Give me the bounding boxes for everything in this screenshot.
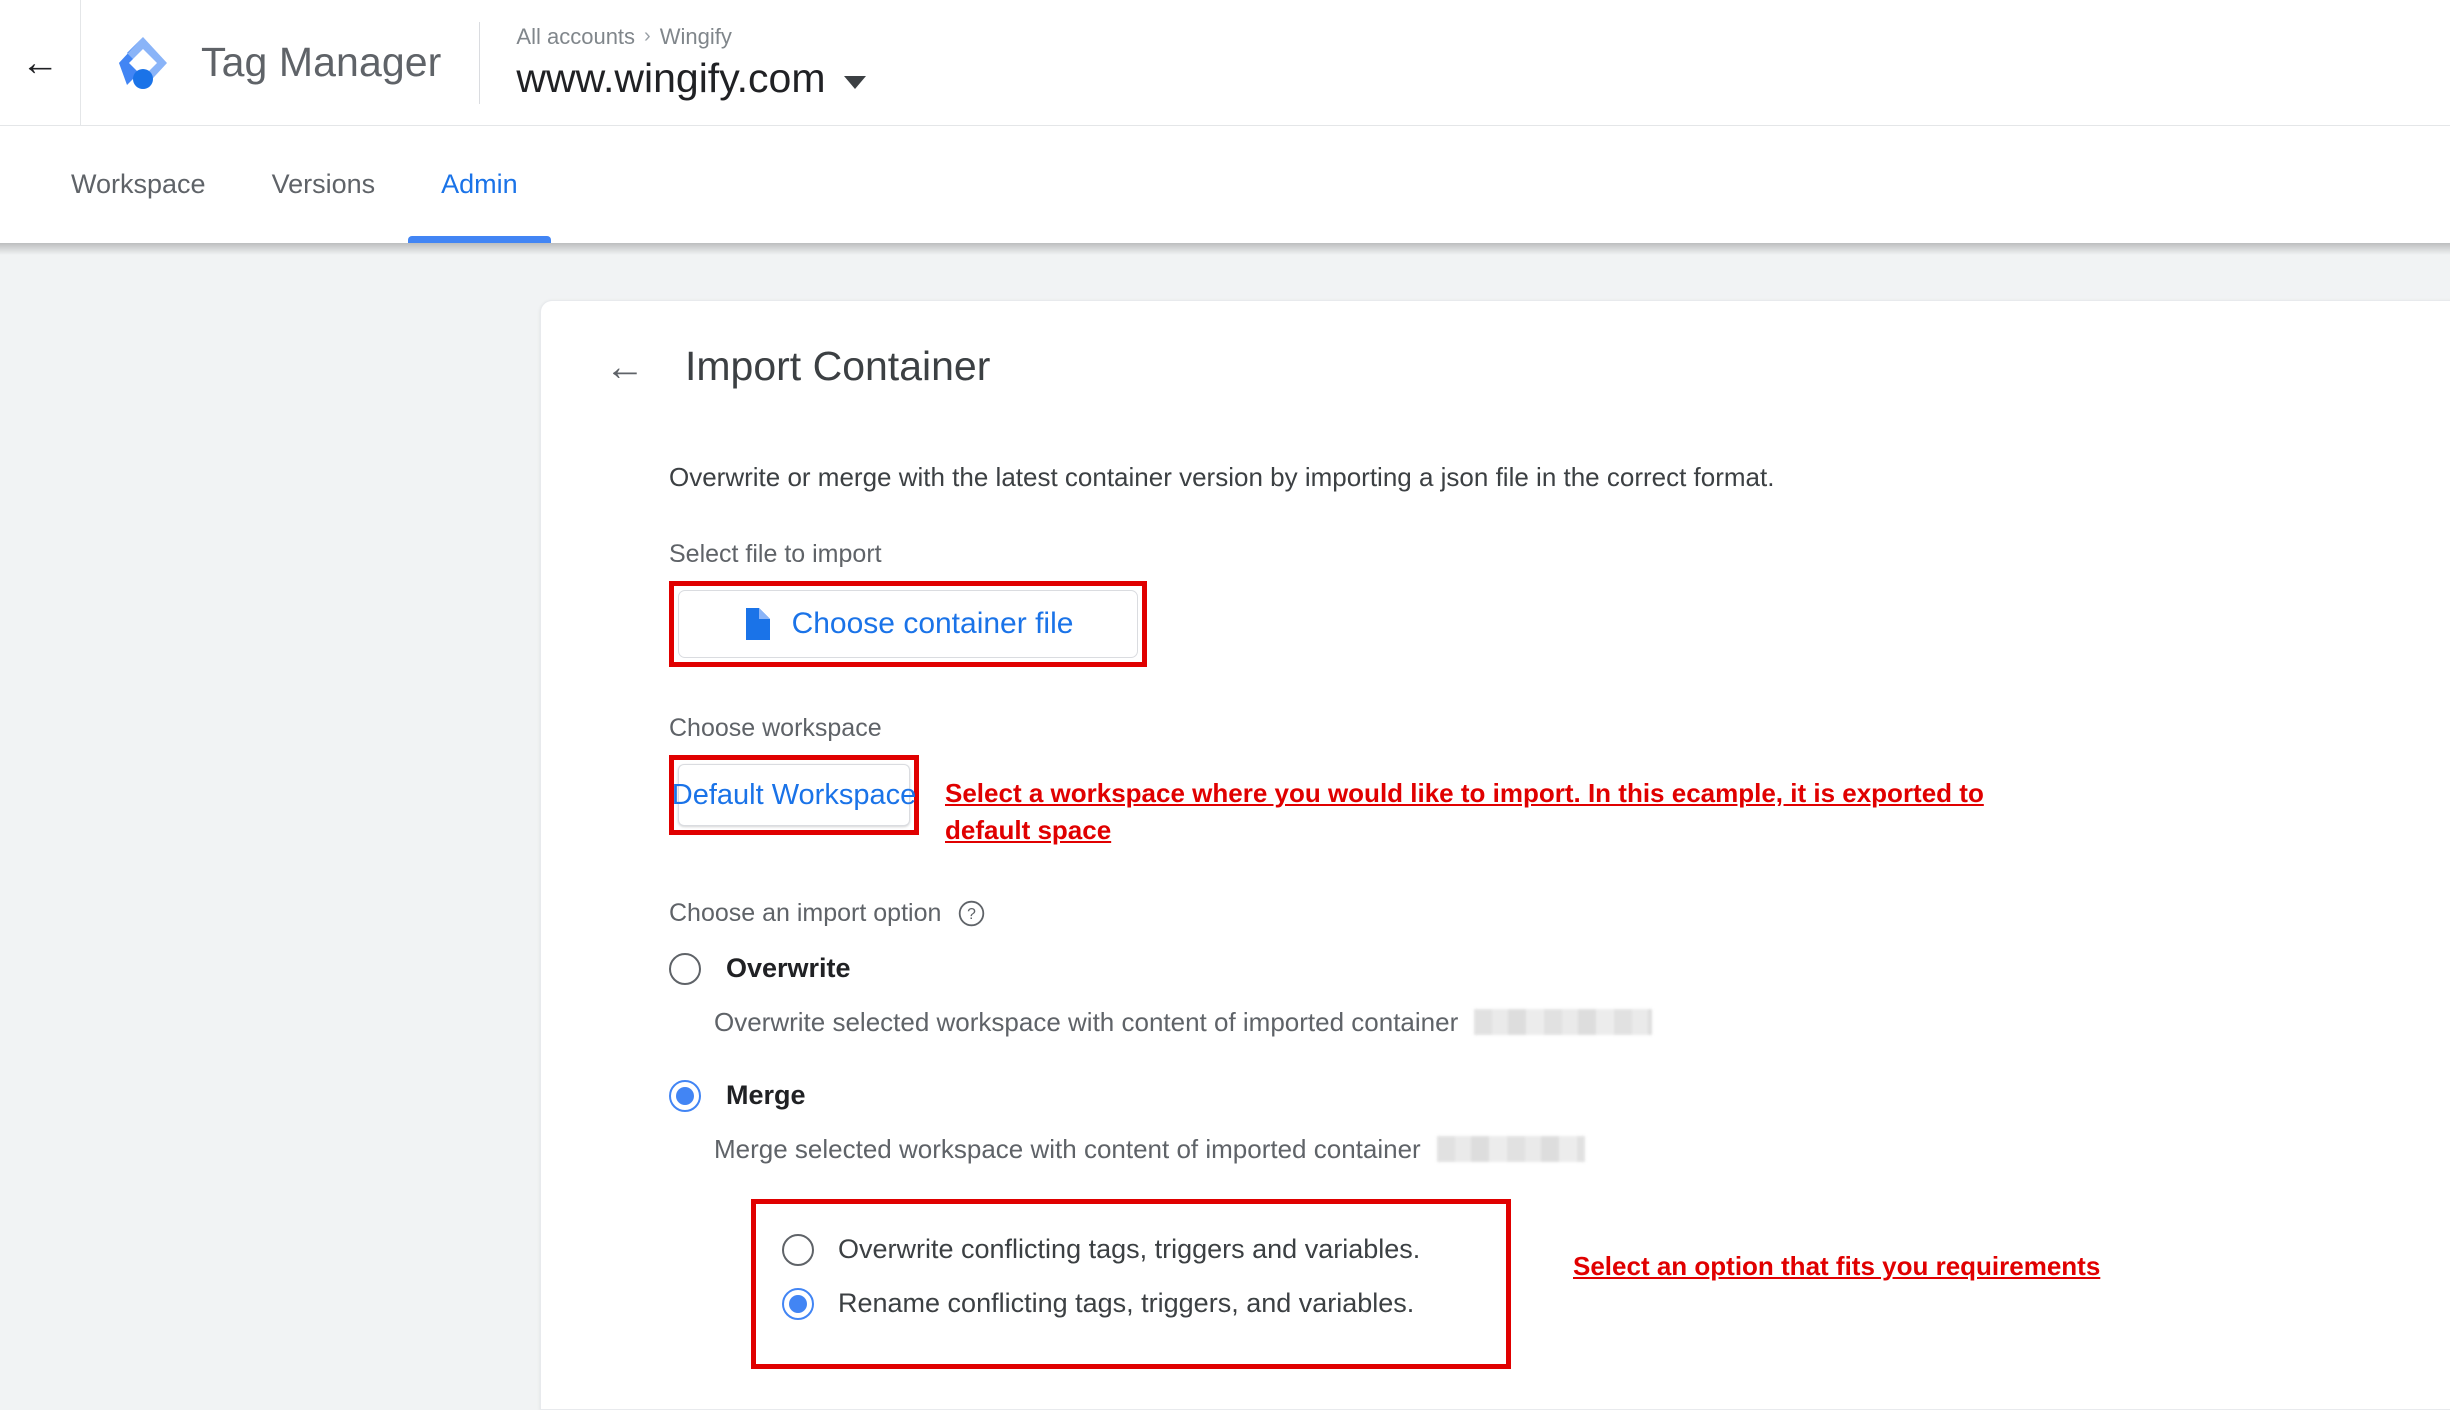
choose-container-file-button[interactable]: Choose container file	[678, 590, 1138, 658]
overwrite-option-description: Overwrite selected workspace with conten…	[714, 1006, 1459, 1037]
breadcrumb-current[interactable]: Wingify	[660, 24, 732, 50]
help-circle-icon[interactable]: ?	[958, 900, 985, 927]
merge-option-row[interactable]: Merge	[669, 1079, 2450, 1112]
sub-option-rename-conflicting-radio[interactable]	[782, 1287, 814, 1320]
redacted-container-name-1	[1474, 1009, 1653, 1036]
svg-text:?: ?	[968, 906, 977, 923]
breadcrumb-separator-icon: ›	[644, 25, 651, 47]
card-back-arrow-icon[interactable]: ←	[605, 347, 645, 387]
tab-versions[interactable]: Versions	[239, 126, 409, 243]
tab-admin-label: Admin	[441, 169, 518, 199]
breadcrumb-root[interactable]: All accounts	[516, 24, 635, 50]
brand-separator	[479, 21, 481, 104]
tab-admin[interactable]: Admin	[408, 126, 551, 243]
option-annotation-text: Select an option that fits you requireme…	[1573, 1251, 2101, 1282]
container-name: www.wingify.com	[516, 54, 826, 101]
merge-sub-options-panel: Overwrite conflicting tags, triggers and…	[756, 1203, 1506, 1364]
redacted-container-name-2	[1436, 1136, 1585, 1163]
choose-workspace-row: Default Workspace Select a workspace whe…	[669, 755, 2450, 849]
overwrite-option-description-row: Overwrite selected workspace with conten…	[669, 1007, 2450, 1038]
import-container-card: ← Import Container Overwrite or merge wi…	[540, 300, 2450, 1410]
tab-bar: Workspace Versions Admin	[0, 126, 2450, 243]
sub-option-overwrite-conflicting-radio[interactable]	[782, 1233, 814, 1266]
tab-versions-label: Versions	[271, 169, 376, 199]
tab-workspace-label: Workspace	[71, 169, 206, 199]
merge-sub-options-row: Overwrite conflicting tags, triggers and…	[669, 1165, 2450, 1369]
brand-name: Tag Manager	[201, 39, 442, 85]
card-header: ← Import Container	[541, 301, 2450, 390]
intro-description: Overwrite or merge with the latest conta…	[669, 462, 1775, 492]
breadcrumb: All accounts › Wingify	[516, 24, 865, 50]
merge-option-title: Merge	[726, 1080, 806, 1111]
card-body: Overwrite or merge with the latest conta…	[541, 462, 2450, 1369]
default-workspace-button[interactable]: Default Workspace	[672, 764, 916, 826]
import-option-label: Choose an import option	[669, 898, 942, 927]
overwrite-option-row[interactable]: Overwrite	[669, 952, 2450, 985]
choose-file-highlight-box: Choose container file	[669, 581, 1147, 667]
sub-option-rename-conflicting-label: Rename conflicting tags, triggers, and v…	[838, 1288, 1415, 1319]
page-body: ← Import Container Overwrite or merge wi…	[0, 243, 2450, 1410]
overwrite-option-title: Overwrite	[726, 953, 851, 984]
tab-workspace[interactable]: Workspace	[38, 126, 239, 243]
brand-block[interactable]: Tag Manager	[81, 35, 441, 91]
tag-manager-logo	[119, 36, 167, 89]
global-back-arrow-icon[interactable]: ←	[0, 0, 80, 126]
account-block: All accounts › Wingify www.wingify.com	[516, 24, 866, 102]
file-document-icon	[745, 608, 770, 640]
merge-option-description: Merge selected workspace with content of…	[714, 1133, 1421, 1164]
merge-radio[interactable]	[669, 1079, 701, 1112]
choose-workspace-label: Choose workspace	[669, 714, 882, 742]
workspace-annotation-text: Select a workspace where you would like …	[945, 778, 1984, 845]
app-bar: ← Tag Manager All accounts › Wingify www…	[0, 0, 2450, 126]
page-title: Import Container	[685, 343, 991, 389]
default-workspace-label: Default Workspace	[671, 778, 917, 811]
choose-workspace-highlight-box: Default Workspace	[669, 755, 919, 835]
select-file-label: Select file to import	[669, 540, 882, 568]
choose-container-file-label: Choose container file	[791, 607, 1074, 640]
body-top-shadow	[0, 243, 2450, 255]
sub-option-overwrite-conflicting-row[interactable]: Overwrite conflicting tags, triggers and…	[782, 1233, 1506, 1266]
overwrite-radio[interactable]	[669, 952, 701, 985]
container-selector[interactable]: www.wingify.com	[516, 54, 866, 102]
sub-option-rename-conflicting-row[interactable]: Rename conflicting tags, triggers, and v…	[782, 1287, 1506, 1320]
merge-sub-options-highlight-box: Overwrite conflicting tags, triggers and…	[751, 1198, 1511, 1369]
merge-option-description-row: Merge selected workspace with content of…	[669, 1134, 2450, 1165]
sub-option-overwrite-conflicting-label: Overwrite conflicting tags, triggers and…	[838, 1234, 1421, 1265]
caret-down-icon[interactable]	[843, 75, 866, 89]
import-option-label-row: Choose an import option ?	[669, 899, 2450, 928]
